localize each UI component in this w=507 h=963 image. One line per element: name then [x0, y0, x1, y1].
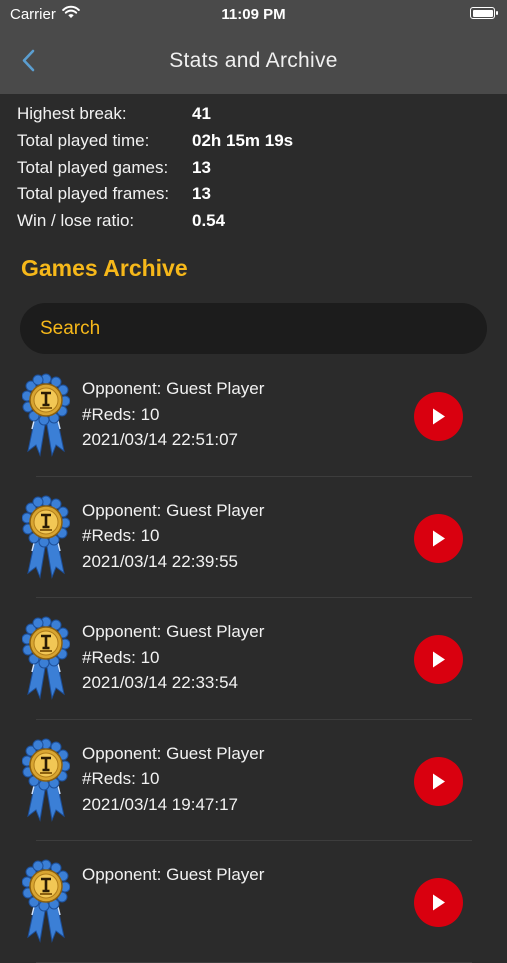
games-list: Opponent: Guest Player #Reds: 10 2021/03…: [0, 355, 507, 963]
list-item[interactable]: Opponent: Guest Player: [0, 841, 507, 963]
game-opponent: Opponent: Guest Player: [82, 743, 265, 763]
game-reds: [82, 891, 264, 917]
play-button[interactable]: [414, 635, 463, 684]
game-datetime: [82, 916, 264, 942]
game-opponent: Opponent: Guest Player: [82, 865, 265, 884]
stat-value: 41: [192, 104, 211, 123]
stat-total-played-time: Total played time: 02h 15m 19s: [17, 127, 497, 154]
medal-ribbon-icon: [21, 738, 71, 822]
game-reds: #Reds: 10: [82, 404, 160, 424]
game-opponent: Opponent: Guest Player: [82, 379, 265, 398]
game-opponent: Opponent: Guest Player: [82, 622, 265, 641]
play-icon: [433, 651, 445, 668]
game-opponent: Opponent: Guest Player: [82, 500, 265, 520]
play-icon: [433, 408, 445, 425]
stat-value: 13: [192, 157, 211, 177]
play-button[interactable]: [414, 756, 463, 806]
list-item[interactable]: Opponent: Guest Player #Reds: 10 2021/03…: [0, 477, 507, 598]
play-icon: [433, 530, 445, 546]
list-item[interactable]: Opponent: Guest Player #Reds: 10 2021/03…: [0, 598, 507, 720]
search-input[interactable]: [20, 303, 487, 354]
games-archive-heading: Games Archive: [21, 255, 188, 281]
medal-ribbon-icon: [21, 859, 71, 943]
stat-label: Total played games:: [17, 157, 169, 177]
list-item[interactable]: Opponent: Guest Player #Reds: 10 2021/03…: [0, 720, 507, 841]
stat-total-played-games: Total played games: 13: [17, 154, 497, 181]
stat-label: Total played frames:: [17, 184, 170, 204]
list-item[interactable]: Opponent: Guest Player #Reds: 10 2021/03…: [0, 355, 507, 477]
stat-label: Highest break:: [17, 104, 127, 123]
stat-label: Total played time:: [17, 130, 150, 150]
game-reds: #Reds: 10: [82, 769, 160, 788]
divider: [36, 961, 472, 963]
stats-panel: Highest break: 41 Total played time: 02h…: [17, 100, 497, 234]
medal-ribbon-icon: [21, 373, 71, 457]
play-icon: [433, 894, 445, 911]
game-datetime: 2021/03/14 22:51:07: [82, 430, 238, 449]
status-bar: Carrier 11:09 PM: [0, 0, 507, 28]
battery-icon: [470, 7, 498, 19]
game-datetime: 2021/03/14 22:39:55: [82, 551, 238, 571]
stat-value: 13: [192, 184, 211, 204]
stat-win-lose-ratio: Win / lose ratio: 0.54: [17, 207, 497, 234]
play-button[interactable]: [414, 392, 463, 441]
play-button[interactable]: [414, 513, 463, 563]
play-icon: [433, 773, 445, 789]
stat-highest-break: Highest break: 41: [17, 100, 497, 127]
clock: 11:09 PM: [221, 6, 286, 23]
stat-value: 0.54: [192, 211, 226, 231]
stat-value: 02h 15m 19s: [192, 130, 294, 150]
navigation-bar: Stats and Archive: [0, 28, 507, 94]
game-reds: #Reds: 10: [82, 647, 160, 667]
game-datetime: 2021/03/14 19:47:17: [82, 794, 238, 814]
stat-total-played-frames: Total played frames: 13: [17, 180, 497, 207]
game-datetime: 2021/03/14 22:33:54: [82, 673, 238, 692]
page-title: Stats and Archive: [169, 49, 338, 72]
play-button[interactable]: [414, 878, 463, 927]
medal-ribbon-icon: [21, 616, 71, 700]
game-reds: #Reds: 10: [82, 526, 160, 545]
stat-label: Win / lose ratio:: [17, 211, 135, 231]
medal-ribbon-icon: [21, 495, 71, 579]
